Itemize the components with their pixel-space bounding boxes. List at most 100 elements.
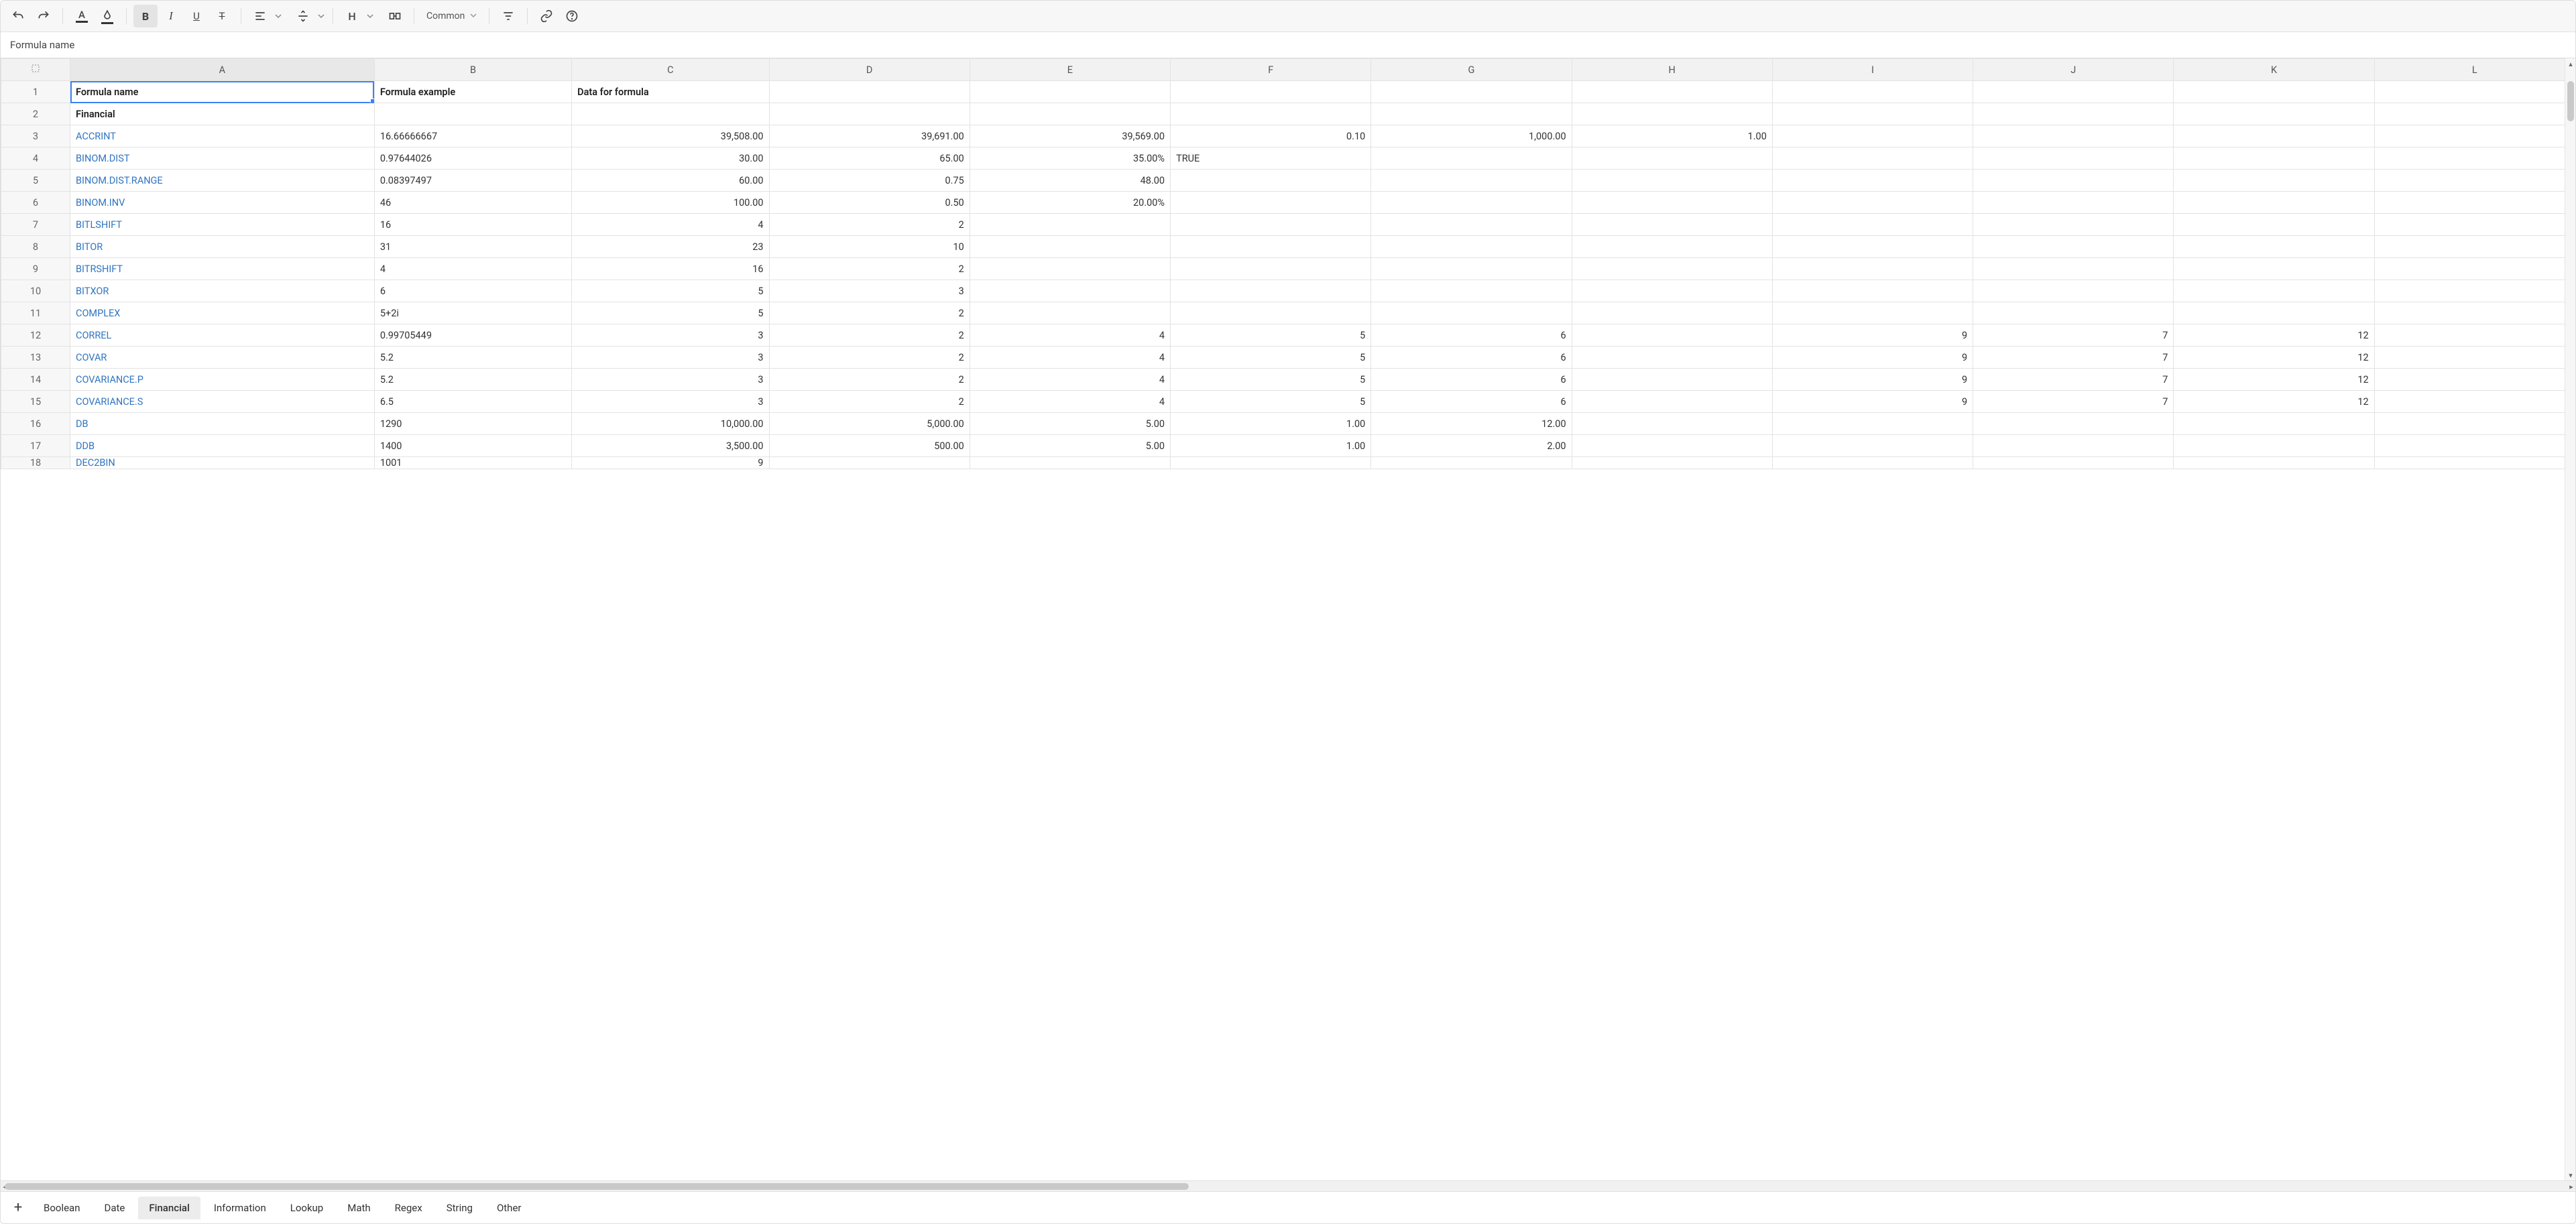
cell[interactable] bbox=[2374, 147, 2575, 170]
cell[interactable] bbox=[1171, 280, 1371, 302]
cell[interactable] bbox=[1772, 302, 1973, 324]
bold-button[interactable]: B bbox=[133, 5, 158, 27]
cell[interactable]: 35.00% bbox=[970, 147, 1170, 170]
cell[interactable]: 5.00 bbox=[970, 435, 1170, 457]
cell[interactable]: 1400 bbox=[374, 435, 571, 457]
cell[interactable] bbox=[1572, 391, 1772, 413]
cell[interactable]: 5 bbox=[572, 302, 769, 324]
cell[interactable]: BITOR bbox=[70, 236, 375, 258]
cell[interactable] bbox=[2374, 170, 2575, 192]
cell[interactable]: 6.5 bbox=[374, 391, 571, 413]
cell[interactable] bbox=[1171, 170, 1371, 192]
sheet-tab-financial[interactable]: Financial bbox=[138, 1197, 200, 1219]
cell[interactable] bbox=[1171, 214, 1371, 236]
cell[interactable]: 7 bbox=[1973, 324, 2174, 347]
cell[interactable] bbox=[1171, 457, 1371, 469]
cell[interactable]: 31 bbox=[374, 236, 571, 258]
cell[interactable] bbox=[1171, 192, 1371, 214]
cell[interactable]: 10,000.00 bbox=[572, 413, 769, 435]
cell[interactable] bbox=[2374, 192, 2575, 214]
cell[interactable] bbox=[1572, 214, 1772, 236]
sheet-tab-string[interactable]: String bbox=[436, 1197, 483, 1219]
cell[interactable] bbox=[1572, 457, 1772, 469]
cell[interactable] bbox=[1171, 103, 1371, 125]
cell[interactable] bbox=[2174, 125, 2374, 147]
spreadsheet-grid[interactable]: ABCDEFGHIJKL 1Formula nameFormula exampl… bbox=[1, 58, 2575, 469]
sheet-tab-regex[interactable]: Regex bbox=[384, 1197, 433, 1219]
row-header[interactable]: 8 bbox=[1, 236, 70, 258]
cell[interactable] bbox=[374, 103, 571, 125]
cell[interactable]: 10 bbox=[769, 236, 970, 258]
cell[interactable] bbox=[1572, 280, 1772, 302]
cell[interactable]: 7 bbox=[1973, 369, 2174, 391]
cell[interactable] bbox=[1772, 457, 1973, 469]
cell[interactable] bbox=[1772, 170, 1973, 192]
cell[interactable] bbox=[1973, 81, 2174, 103]
cell[interactable]: COVARIANCE.P bbox=[70, 369, 375, 391]
sheet-tab-boolean[interactable]: Boolean bbox=[33, 1197, 91, 1219]
cell[interactable] bbox=[970, 258, 1170, 280]
cell[interactable]: 5 bbox=[572, 280, 769, 302]
horizontal-scrollbar[interactable]: ◂ ▸ bbox=[1, 1180, 2575, 1191]
cell[interactable] bbox=[970, 457, 1170, 469]
cell[interactable] bbox=[1772, 435, 1973, 457]
text-color-button[interactable]: A bbox=[70, 5, 94, 27]
cell[interactable] bbox=[1973, 258, 2174, 280]
cell[interactable]: 5 bbox=[1171, 347, 1371, 369]
cell[interactable] bbox=[1973, 413, 2174, 435]
vertical-align-button[interactable] bbox=[291, 5, 315, 27]
cell[interactable] bbox=[1572, 236, 1772, 258]
cell[interactable]: 5 bbox=[1171, 324, 1371, 347]
cell[interactable]: Financial bbox=[70, 103, 375, 125]
cell[interactable] bbox=[769, 81, 970, 103]
cell[interactable]: COVARIANCE.S bbox=[70, 391, 375, 413]
cell[interactable] bbox=[1973, 236, 2174, 258]
cell[interactable] bbox=[1772, 125, 1973, 147]
cell[interactable] bbox=[970, 280, 1170, 302]
cell[interactable]: 9 bbox=[1772, 391, 1973, 413]
cell[interactable]: 16.66666667 bbox=[374, 125, 571, 147]
scroll-up-arrow[interactable]: ▴ bbox=[2565, 58, 2575, 69]
cell[interactable]: 9 bbox=[1772, 369, 1973, 391]
cell[interactable]: 5+2i bbox=[374, 302, 571, 324]
cell[interactable]: ACCRINT bbox=[70, 125, 375, 147]
horizontal-align-dropdown[interactable] bbox=[274, 13, 283, 19]
cell[interactable]: 6 bbox=[1371, 347, 1572, 369]
cell[interactable]: 7 bbox=[1973, 347, 2174, 369]
cell[interactable] bbox=[1371, 280, 1572, 302]
cell[interactable] bbox=[1772, 81, 1973, 103]
column-header-I[interactable]: I bbox=[1772, 59, 1973, 81]
cell[interactable] bbox=[769, 457, 970, 469]
cell[interactable] bbox=[2374, 236, 2575, 258]
cell[interactable] bbox=[1973, 170, 2174, 192]
cell[interactable] bbox=[1973, 302, 2174, 324]
cell[interactable] bbox=[970, 103, 1170, 125]
cell[interactable] bbox=[2374, 81, 2575, 103]
cell[interactable]: 1290 bbox=[374, 413, 571, 435]
cell[interactable]: 12 bbox=[2174, 347, 2374, 369]
cell[interactable]: 46 bbox=[374, 192, 571, 214]
sheet-tab-information[interactable]: Information bbox=[203, 1197, 277, 1219]
cell[interactable] bbox=[1371, 147, 1572, 170]
row-header[interactable]: 4 bbox=[1, 147, 70, 170]
cell[interactable] bbox=[1171, 258, 1371, 280]
cell[interactable] bbox=[1371, 302, 1572, 324]
merge-cells-button[interactable] bbox=[383, 5, 407, 27]
cell[interactable] bbox=[970, 236, 1170, 258]
cell[interactable] bbox=[2174, 170, 2374, 192]
cell[interactable] bbox=[2174, 302, 2374, 324]
cell[interactable]: 0.99705449 bbox=[374, 324, 571, 347]
cell[interactable] bbox=[2174, 147, 2374, 170]
cell[interactable] bbox=[2174, 258, 2374, 280]
cell[interactable] bbox=[2174, 413, 2374, 435]
cell[interactable] bbox=[1973, 435, 2174, 457]
cell[interactable] bbox=[1973, 280, 2174, 302]
cell[interactable]: 16 bbox=[572, 258, 769, 280]
filter-button[interactable] bbox=[496, 5, 520, 27]
cell[interactable] bbox=[1772, 280, 1973, 302]
cell[interactable] bbox=[1772, 214, 1973, 236]
column-header-A[interactable]: A bbox=[70, 59, 375, 81]
cell[interactable]: 9 bbox=[1772, 324, 1973, 347]
cell[interactable] bbox=[1171, 236, 1371, 258]
row-header[interactable]: 13 bbox=[1, 347, 70, 369]
